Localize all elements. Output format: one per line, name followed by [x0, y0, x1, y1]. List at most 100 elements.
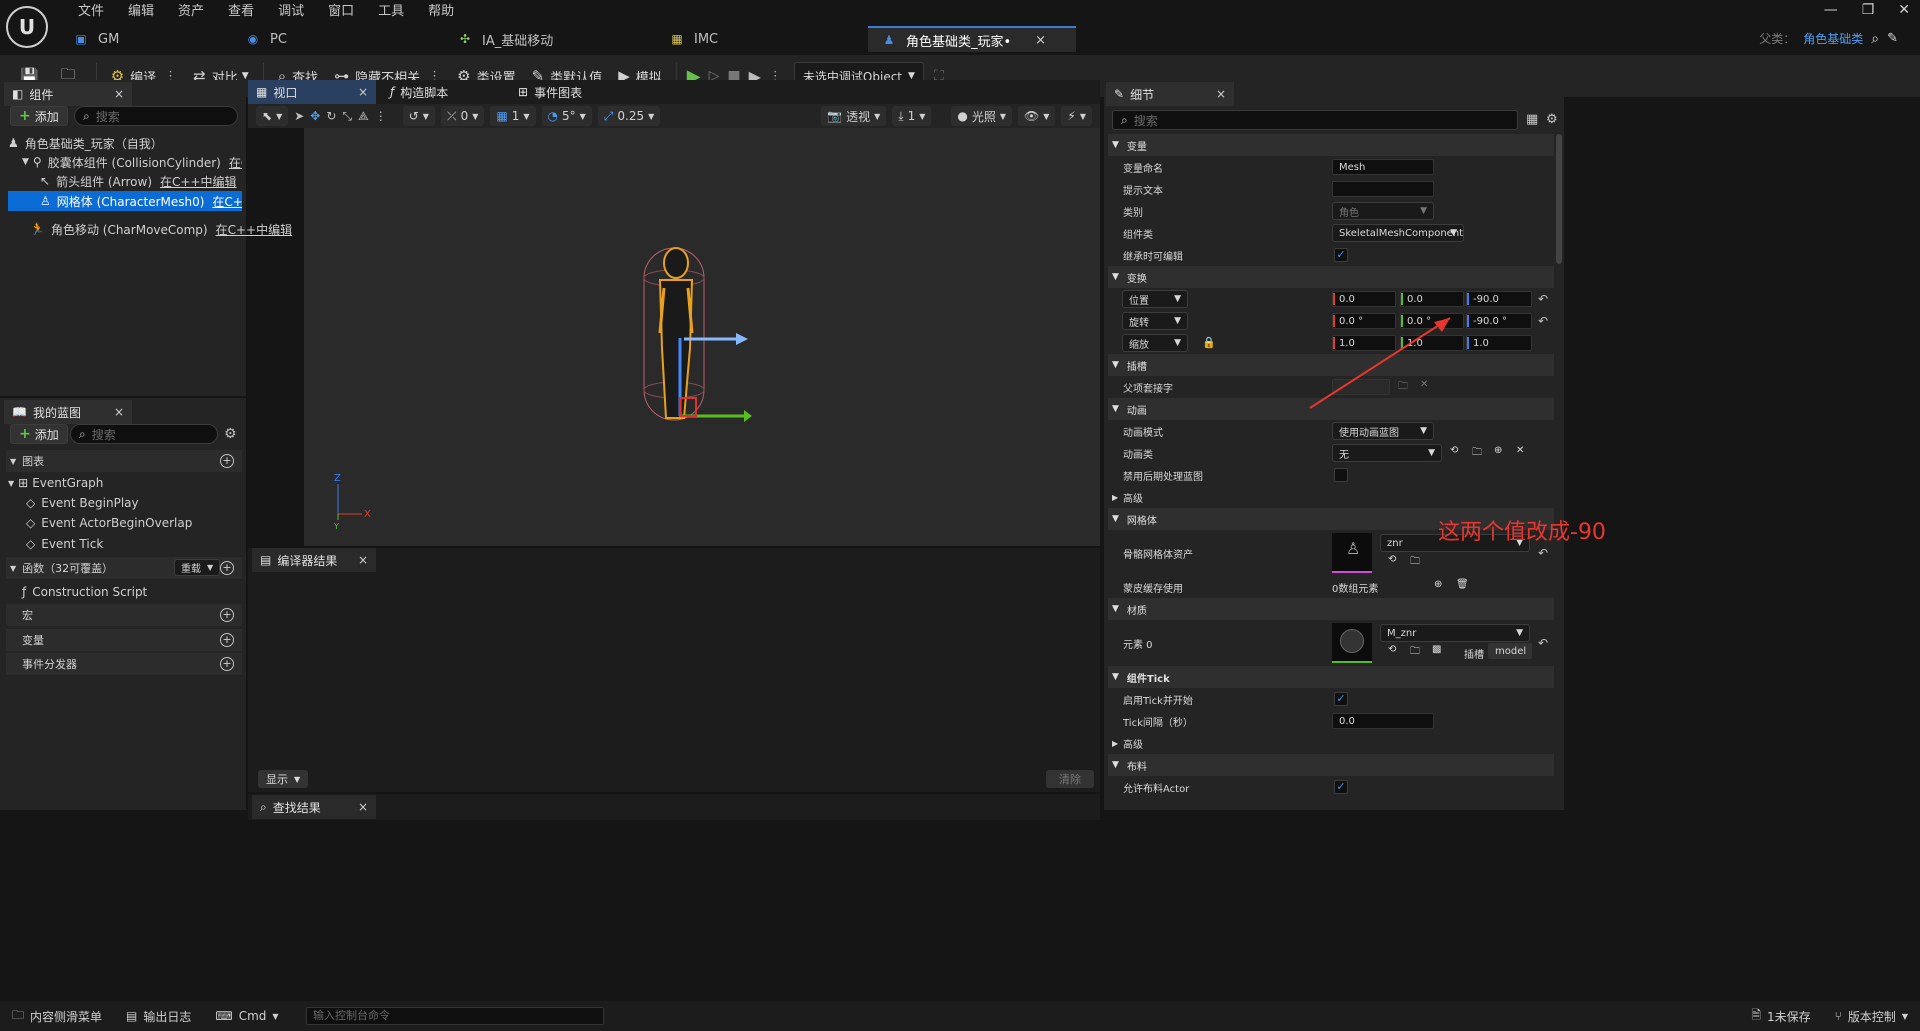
details-search-input[interactable]: ⌕ 搜索	[1112, 110, 1518, 130]
unreal-logo-icon[interactable]: U	[6, 6, 48, 48]
close-icon[interactable]: ×	[114, 87, 124, 101]
override-dropdown[interactable]: 重载 ▼	[174, 559, 221, 576]
add-function-icon[interactable]: +	[220, 561, 234, 575]
tick-interval-field[interactable]: 0.0	[1332, 713, 1434, 729]
camera-speed-button[interactable]: ⤓ 1 ▼	[892, 106, 932, 126]
row-advanced[interactable]: ▶ 高级	[1110, 486, 1554, 508]
collapse-icon[interactable]: ▼	[22, 157, 29, 167]
unsaved-button[interactable]: 🗎 1未保存	[1739, 1001, 1822, 1031]
content-drawer-button[interactable]: 🗀 内容侧滑菜单	[0, 1001, 114, 1031]
console-input[interactable]: 输入控制台命令	[306, 1007, 604, 1025]
tree-item-arrow[interactable]: ↖ 箭头组件 (Arrow) 在C++中编辑	[8, 171, 242, 191]
mesh-thumbnail[interactable]: ♙	[1332, 533, 1372, 573]
table-view-icon[interactable]: ▦	[1526, 112, 1538, 127]
output-log-button[interactable]: ▤ 输出日志	[114, 1001, 203, 1031]
rotation-mode-combo[interactable]: 旋转 ▼	[1122, 312, 1188, 330]
trash-icon[interactable]: 🗑	[1456, 579, 1469, 590]
tab-find-results[interactable]: ⌕ 查找结果 ×	[252, 795, 376, 819]
tooltip-field[interactable]	[1332, 181, 1434, 197]
material-thumbnail[interactable]	[1332, 623, 1372, 663]
blueprint-search-input[interactable]: ⌕ 搜索	[70, 424, 218, 444]
tab-event-graph[interactable]: ⊞ 事件图表	[510, 80, 636, 104]
details-scrollbar[interactable]	[1556, 134, 1562, 264]
tab-my-blueprint[interactable]: 📖 我的蓝图 ×	[4, 400, 132, 424]
viewport[interactable]: Z X Y	[304, 128, 1100, 546]
close-icon[interactable]: ×	[358, 553, 368, 567]
section-transform[interactable]: ▼ 变换	[1108, 266, 1554, 288]
category-combo[interactable]: 角色 ▼	[1332, 202, 1434, 220]
reset-icon[interactable]: ↶	[1538, 636, 1548, 650]
disable-post-checkbox[interactable]	[1334, 468, 1348, 482]
add-variable-icon[interactable]: +	[220, 633, 234, 647]
tab-components[interactable]: ◧ 组件 ×	[4, 82, 132, 106]
lock-icon[interactable]: 🔒	[1202, 336, 1216, 349]
functions-section[interactable]: ▼ 函数（32可覆盖） 重载 ▼ +	[6, 557, 242, 579]
angle-snap-button[interactable]: ◔ 5° ▼	[541, 106, 592, 126]
tab-character-player[interactable]: ♟ 角色基础类_玩家• ×	[868, 26, 1076, 52]
close-window-icon[interactable]: ✕	[1898, 2, 1910, 18]
rotate-icon[interactable]: ↻	[326, 109, 336, 123]
gear-icon[interactable]: ⚙	[224, 426, 237, 442]
menu-asset[interactable]: 资产	[166, 2, 216, 22]
restore-icon[interactable]: ❐	[1862, 2, 1875, 18]
scale-icon[interactable]: ⤡	[342, 109, 352, 124]
construction-script-item[interactable]: ƒ Construction Script	[8, 582, 147, 602]
section-cloth[interactable]: ▼ 布料	[1108, 754, 1554, 776]
add-macro-icon[interactable]: +	[220, 608, 234, 622]
surface-snap-icon[interactable]: ⟁	[358, 109, 369, 124]
lighting-button[interactable]: ● 光照 ▼	[951, 106, 1013, 126]
select-mode-button[interactable]: ⬉ ▼	[256, 106, 289, 126]
menu-edit[interactable]: 编辑	[116, 2, 166, 22]
variables-section[interactable]: 变量 +	[6, 629, 242, 651]
use-selected-icon[interactable]: ⟲	[1388, 554, 1396, 565]
macros-section[interactable]: 宏 +	[6, 604, 242, 626]
components-search-input[interactable]: ⌕ 搜索	[74, 106, 238, 126]
add-icon[interactable]: ⊕	[1434, 579, 1442, 590]
add-graph-icon[interactable]: +	[220, 454, 234, 468]
rot-snap-button[interactable]: ⤫ 0 ▼	[440, 106, 485, 126]
more-icon[interactable]: ⋮	[375, 109, 387, 123]
material-combo[interactable]: M_znr ▼	[1380, 624, 1530, 642]
edit-icon[interactable]: ✎	[1887, 31, 1898, 46]
close-icon[interactable]: ×	[358, 800, 368, 814]
tree-item-root[interactable]: ♟ 角色基础类_玩家（自我）	[8, 133, 242, 153]
show-dropdown[interactable]: 显示 ▼	[258, 770, 309, 788]
minimize-icon[interactable]: —	[1824, 2, 1838, 18]
checker-icon[interactable]: ▩	[1432, 644, 1441, 655]
close-icon[interactable]: ×	[1216, 87, 1226, 101]
row-advanced-2[interactable]: ▶ 高级	[1110, 732, 1554, 754]
viewport-options-button[interactable]: ⚡ ▼	[1061, 106, 1092, 126]
section-tick[interactable]: ▼ 组件Tick	[1108, 666, 1554, 688]
use-selected-icon[interactable]: ⟲	[1388, 644, 1396, 655]
menu-file[interactable]: 文件	[66, 2, 116, 22]
tab-ia[interactable]: ✣ IA_基础移动	[444, 26, 656, 52]
close-icon[interactable]: ×	[358, 85, 368, 99]
menu-debug[interactable]: 调试	[266, 2, 316, 22]
dispatchers-section[interactable]: 事件分发器 +	[6, 653, 242, 675]
tab-construction-script[interactable]: ƒ 构造脚本	[382, 80, 508, 104]
event-item[interactable]: ◇ Event ActorBeginOverlap	[8, 513, 192, 533]
grid-snap-button[interactable]: ▦ 1 ▼	[490, 106, 536, 126]
browse-icon[interactable]: 🗀	[1410, 554, 1420, 571]
cursor-icon[interactable]: ➤	[294, 109, 304, 123]
section-variable[interactable]: ▼ 变量	[1108, 134, 1554, 156]
show-button[interactable]: 👁 ▼	[1018, 106, 1056, 126]
search-icon[interactable]: ⌕	[1871, 31, 1879, 47]
var-name-field[interactable]: Mesh	[1332, 159, 1434, 175]
close-icon[interactable]: ×	[114, 405, 124, 419]
parent-class-link[interactable]: 角色基础类	[1803, 30, 1863, 47]
editable-checkbox[interactable]: ✓	[1334, 248, 1348, 262]
gear-icon[interactable]: ⚙	[1546, 112, 1558, 127]
graphs-section[interactable]: ▼ 图表 +	[6, 450, 242, 472]
tree-item-mesh[interactable]: ♙网格体 (CharacterMesh0)在C++中编辑	[8, 191, 242, 211]
close-icon[interactable]: ×	[1035, 33, 1046, 48]
source-control-button[interactable]: ⑂ 版本控制 ▼	[1823, 1001, 1920, 1031]
section-material[interactable]: ▼ 材质	[1108, 598, 1554, 620]
translate-icon[interactable]: ✥	[310, 109, 320, 123]
add-component-button[interactable]: + 添加	[10, 106, 68, 126]
tab-gm[interactable]: ▣ GM	[60, 26, 232, 52]
slot-field[interactable]: model	[1488, 643, 1532, 659]
scale-snap-button[interactable]: ⤢ 0.25 ▼	[597, 106, 661, 126]
tab-details[interactable]: ✎ 细节 ×	[1106, 82, 1234, 106]
perspective-button[interactable]: 📷 透视 ▼	[821, 106, 887, 126]
